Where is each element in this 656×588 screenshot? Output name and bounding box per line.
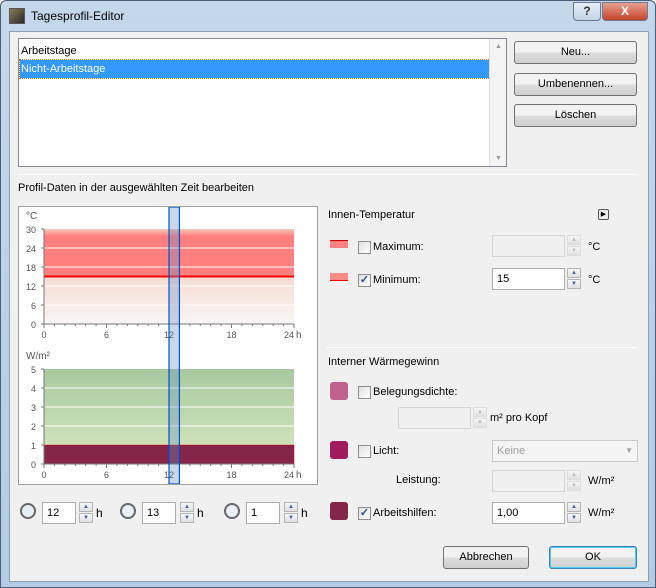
minimum-label: Minimum: <box>373 274 421 286</box>
list-item[interactable]: Arbeitstage <box>20 42 490 60</box>
duration-input[interactable]: 1 <box>246 502 280 524</box>
y-tick-label: 2 <box>31 422 36 432</box>
y-tick-label: 30 <box>26 225 36 235</box>
x-tick-label: 18 <box>226 470 236 480</box>
y-tick-label: 3 <box>31 403 36 413</box>
maximum-input[interactable] <box>492 235 565 257</box>
light-select[interactable]: Keine ▼ <box>492 440 638 462</box>
equipment-checkbox[interactable]: ✓ <box>358 507 371 520</box>
divider <box>326 347 637 348</box>
y-tick-label: 5 <box>31 365 36 375</box>
x-axis-label: h <box>296 330 302 341</box>
occupancy-label: Belegungsdichte: <box>373 386 458 398</box>
maximum-unit: °C <box>588 241 601 253</box>
scroll-up-icon[interactable]: ▲ <box>495 43 502 50</box>
chart-svg[interactable]: 061218243006121824h°C01234506121824hW/m² <box>19 206 317 485</box>
x-tick-label: 0 <box>41 330 46 340</box>
expand-arrow-button[interactable]: ▶ <box>598 209 609 220</box>
occupancy-unit: m² pro Kopf <box>490 412 548 424</box>
y-tick-label: 0 <box>31 320 36 330</box>
light-label: Licht: <box>373 445 400 457</box>
chevron-down-icon: ▼ <box>625 446 633 455</box>
duration-spinner[interactable]: ▲ ▼ <box>284 502 298 524</box>
scroll-down-icon[interactable]: ▼ <box>495 155 502 162</box>
light-swatch <box>330 441 348 459</box>
start-hour-spinner[interactable]: ▲ ▼ <box>79 502 93 524</box>
minimum-spinner[interactable]: ▲ ▼ <box>567 268 581 290</box>
occupancy-spinner[interactable]: ▲ ▼ <box>473 407 487 429</box>
y-tick-label: 1 <box>31 441 36 451</box>
power-spinner[interactable]: ▲ ▼ <box>567 470 581 492</box>
close-button[interactable]: X <box>602 2 648 21</box>
help-button[interactable]: ? <box>573 2 601 21</box>
divider <box>18 174 637 175</box>
minimum-checkbox[interactable]: ✓ <box>358 274 371 287</box>
scrollbar[interactable]: ▲ ▼ <box>489 39 506 166</box>
window-title: Tagesprofil-Editor <box>31 9 125 23</box>
new-button[interactable]: Neu... <box>514 41 637 64</box>
minimum-unit: °C <box>588 274 601 286</box>
equipment-swatch <box>330 502 348 520</box>
temperature-heading: Innen-Temperatur <box>328 209 415 221</box>
time-selection-band <box>168 206 181 485</box>
end-hour-input[interactable]: 13 <box>142 502 176 524</box>
cancel-button[interactable]: Abbrechen <box>443 546 529 569</box>
rename-button[interactable]: Umbenennen... <box>514 73 637 96</box>
power-unit: W/m² <box>588 475 615 487</box>
occupancy-input[interactable] <box>398 407 471 429</box>
equipment-unit: W/m² <box>588 507 615 519</box>
end-clock-icon <box>120 503 136 519</box>
minimum-input[interactable]: 15 <box>492 268 565 290</box>
y-tick-label: 0 <box>31 460 36 470</box>
x-tick-label: 24 <box>284 330 294 340</box>
maximum-swatch <box>330 240 348 248</box>
power-label: Leistung: <box>396 474 441 486</box>
y-axis-label: °C <box>26 211 37 222</box>
x-tick-label: 0 <box>41 470 46 480</box>
ok-button[interactable]: OK <box>549 546 637 569</box>
y-tick-label: 12 <box>26 282 36 292</box>
light-checkbox[interactable] <box>358 445 371 458</box>
power-input[interactable] <box>492 470 565 492</box>
light-select-value: Keine <box>497 445 526 457</box>
x-tick-label: 6 <box>104 470 109 480</box>
profile-chart[interactable]: 061218243006121824h°C01234506121824hW/m² <box>18 206 318 485</box>
app-icon <box>9 8 25 24</box>
y-tick-label: 18 <box>26 263 36 273</box>
maximum-spinner[interactable]: ▲ ▼ <box>567 235 581 257</box>
y-tick-label: 6 <box>31 301 36 311</box>
unit-label: h <box>96 506 103 520</box>
occupancy-swatch <box>330 382 348 400</box>
start-clock-icon <box>20 503 36 519</box>
x-tick-label: 18 <box>226 330 236 340</box>
unit-label: h <box>197 506 204 520</box>
maximum-label: Maximum: <box>373 241 424 253</box>
profile-list[interactable]: Arbeitstage Nicht-Arbeitstage ▲ ▼ <box>18 38 507 167</box>
start-hour-input[interactable]: 12 <box>42 502 76 524</box>
delete-button[interactable]: Löschen <box>514 104 637 127</box>
end-hour-spinner[interactable]: ▲ ▼ <box>180 502 194 524</box>
x-tick-label: 24 <box>284 470 294 480</box>
occupancy-checkbox[interactable] <box>358 386 371 399</box>
gain-heading: Interner Wärmegewinn <box>328 356 440 368</box>
maximum-checkbox[interactable] <box>358 241 371 254</box>
equipment-input[interactable]: 1,00 <box>492 502 565 524</box>
section-label: Profil-Daten in der ausgewählten Zeit be… <box>18 182 255 194</box>
equipment-label: Arbeitshilfen: <box>373 507 437 519</box>
y-tick-label: 4 <box>31 384 36 394</box>
y-axis-label: W/m² <box>26 351 51 362</box>
duration-clock-icon <box>224 503 240 519</box>
minimum-swatch <box>330 273 348 281</box>
x-tick-label: 6 <box>104 330 109 340</box>
y-tick-label: 24 <box>26 244 36 254</box>
x-axis-label: h <box>296 470 302 481</box>
equipment-spinner[interactable]: ▲ ▼ <box>567 502 581 524</box>
list-item-selected[interactable]: Nicht-Arbeitstage <box>19 59 491 79</box>
unit-label: h <box>301 506 308 520</box>
